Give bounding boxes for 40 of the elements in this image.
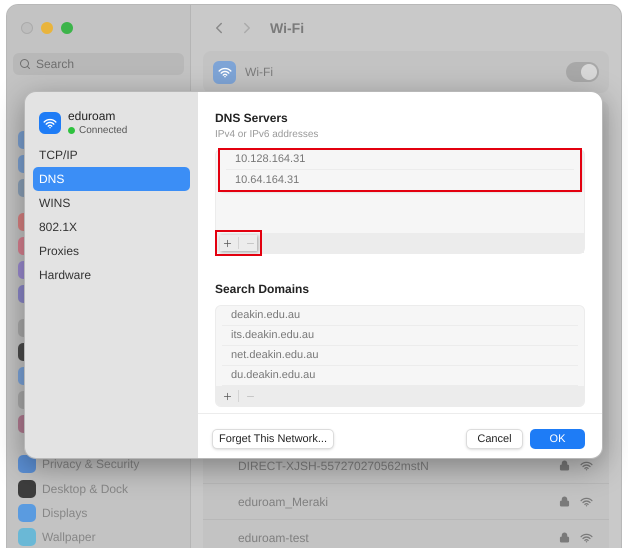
settings-tab[interactable]: TCP/IP: [33, 143, 190, 167]
search-domain[interactable]: du.deakin.edu.au: [231, 367, 316, 384]
settings-tab[interactable]: 802.1X: [33, 215, 190, 239]
wifi-icon: [580, 460, 593, 470]
ok-button[interactable]: OK: [530, 429, 585, 449]
settings-tab[interactable]: Hardware: [33, 263, 190, 287]
forget-network-button[interactable]: Forget This Network...: [212, 429, 334, 449]
plus-icon: [222, 238, 232, 248]
settings-tab[interactable]: WINS: [33, 191, 190, 215]
plus-icon: [222, 390, 232, 402]
network-name[interactable]: eduroam_Meraki: [238, 492, 328, 510]
close-button[interactable]: [21, 22, 33, 34]
dns-server[interactable]: 10.128.164.31: [235, 151, 306, 168]
search-icon: [19, 58, 31, 70]
connection-status: Connected: [79, 124, 128, 137]
zoom-button[interactable]: [61, 22, 73, 34]
network-name[interactable]: DIRECT-XJSH-557270270562mstN: [238, 456, 429, 474]
cancel-button[interactable]: Cancel: [466, 429, 523, 449]
search-domain[interactable]: deakin.edu.au: [231, 307, 300, 324]
dns-server[interactable]: 10.64.164.31: [235, 172, 300, 188]
search-field[interactable]: Search: [13, 53, 184, 75]
wifi-glyph: [218, 66, 232, 78]
section-title: Search Domains: [215, 281, 310, 298]
section-title: DNS Servers: [215, 110, 289, 127]
wifi-glyph: [43, 118, 57, 128]
settings-tab[interactable]: Proxies: [33, 239, 190, 263]
search-domain[interactable]: net.deakin.edu.au: [231, 347, 318, 364]
network-name: eduroam: [68, 109, 116, 124]
wifi-toggle[interactable]: [566, 62, 599, 82]
wifi-icon: [580, 532, 593, 542]
sidebar-item[interactable]: Desktop & Dock: [42, 480, 128, 498]
wifi-icon: [580, 496, 593, 506]
search-input[interactable]: Search: [36, 55, 176, 73]
minimize-button[interactable]: [41, 22, 53, 34]
search-domain[interactable]: its.deakin.edu.au: [231, 327, 314, 344]
wifi-label: Wi-Fi: [245, 64, 273, 81]
window-title: Wi-Fi: [270, 18, 304, 38]
section-subtitle: IPv4 or IPv6 addresses: [215, 128, 320, 142]
settings-tab[interactable]: DNS: [33, 167, 190, 191]
network-name[interactable]: eduroam-test: [238, 528, 309, 546]
